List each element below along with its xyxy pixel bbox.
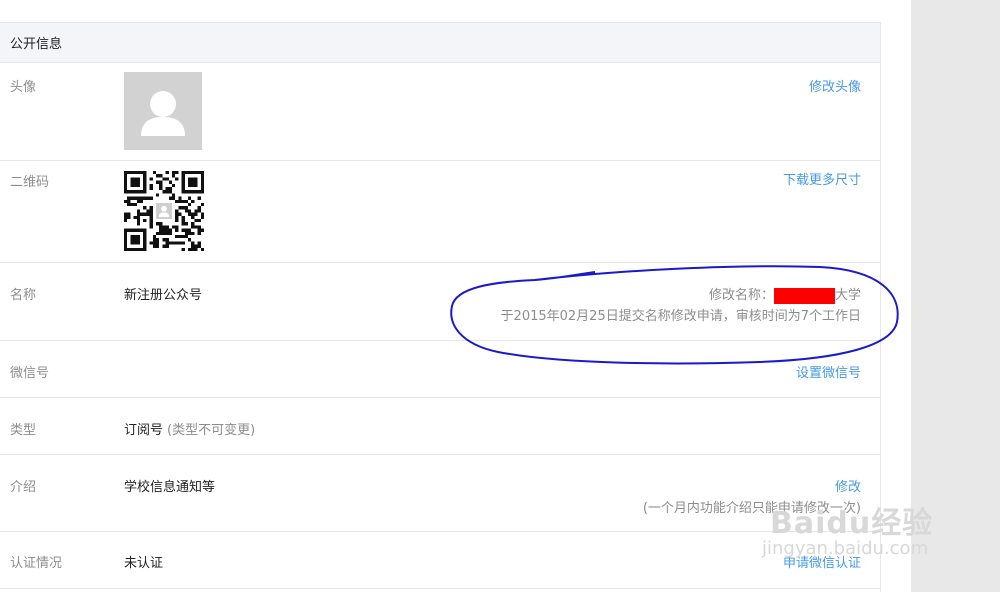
set-wechat-id-link[interactable]: 设置微信号 bbox=[796, 362, 861, 381]
avatar-label: 头像 bbox=[10, 80, 37, 95]
verification-row: 认证情况 未认证 申请微信认证 bbox=[0, 532, 880, 589]
name-change-prefix: 修改名称： bbox=[708, 288, 774, 303]
intro-label: 介绍 bbox=[10, 480, 37, 495]
verification-label: 认证情况 bbox=[10, 556, 63, 571]
type-note: (类型不可变更) bbox=[167, 423, 256, 438]
wechat-id-row: 微信号 设置微信号 bbox=[0, 341, 880, 398]
panel-header: 公开信息 bbox=[0, 23, 880, 63]
apply-verification-link[interactable]: 申请微信认证 bbox=[783, 552, 861, 571]
qrcode-row: 二维码 下载更多尺寸 bbox=[0, 161, 880, 263]
intro-row: 介绍 学校信息通知等 修改 (一个月内功能介绍只能申请修改一次) bbox=[0, 455, 880, 532]
name-change-line: 修改名称： 大学 bbox=[709, 284, 861, 304]
redacted-name bbox=[773, 287, 835, 304]
name-row: 名称 新注册公众号 修改名称： 大学 于2015年02月25日提交名称修改申请，审… bbox=[0, 263, 880, 341]
intro-value: 学校信息通知等 bbox=[124, 480, 216, 495]
type-label: 类型 bbox=[10, 423, 37, 438]
name-change-note: 于2015年02月25日提交名称修改申请，审核时间为7个工作日 bbox=[500, 309, 861, 324]
change-avatar-link[interactable]: 修改头像 bbox=[809, 76, 861, 95]
qr-code-icon bbox=[124, 171, 204, 251]
wechat-id-label: 微信号 bbox=[10, 366, 50, 381]
name-label: 名称 bbox=[10, 288, 37, 303]
person-icon bbox=[141, 91, 185, 136]
verification-value: 未认证 bbox=[124, 556, 164, 571]
name-change-suffix: 大学 bbox=[834, 288, 861, 303]
type-value-line: 订阅号 (类型不可变更) bbox=[124, 419, 255, 438]
download-sizes-link[interactable]: 下载更多尺寸 bbox=[783, 169, 861, 188]
panel-title: 公开信息 bbox=[10, 37, 63, 52]
intro-note: (一个月内功能介绍只能申请修改一次) bbox=[642, 501, 861, 516]
right-gutter bbox=[911, 0, 1000, 592]
type-row: 类型 订阅号 (类型不可变更) bbox=[0, 398, 880, 455]
edit-intro-link[interactable]: 修改 bbox=[835, 476, 861, 495]
avatar-placeholder bbox=[124, 72, 202, 150]
qrcode-label: 二维码 bbox=[10, 175, 50, 190]
public-info-panel: 公开信息 头像 修改头像 二维码 下载更多尺寸 名称 新注册公众号 修改名称： 大… bbox=[0, 22, 881, 592]
type-value: 订阅号 bbox=[124, 423, 164, 438]
name-value: 新注册公众号 bbox=[124, 288, 203, 303]
avatar-row: 头像 修改头像 bbox=[0, 63, 880, 161]
